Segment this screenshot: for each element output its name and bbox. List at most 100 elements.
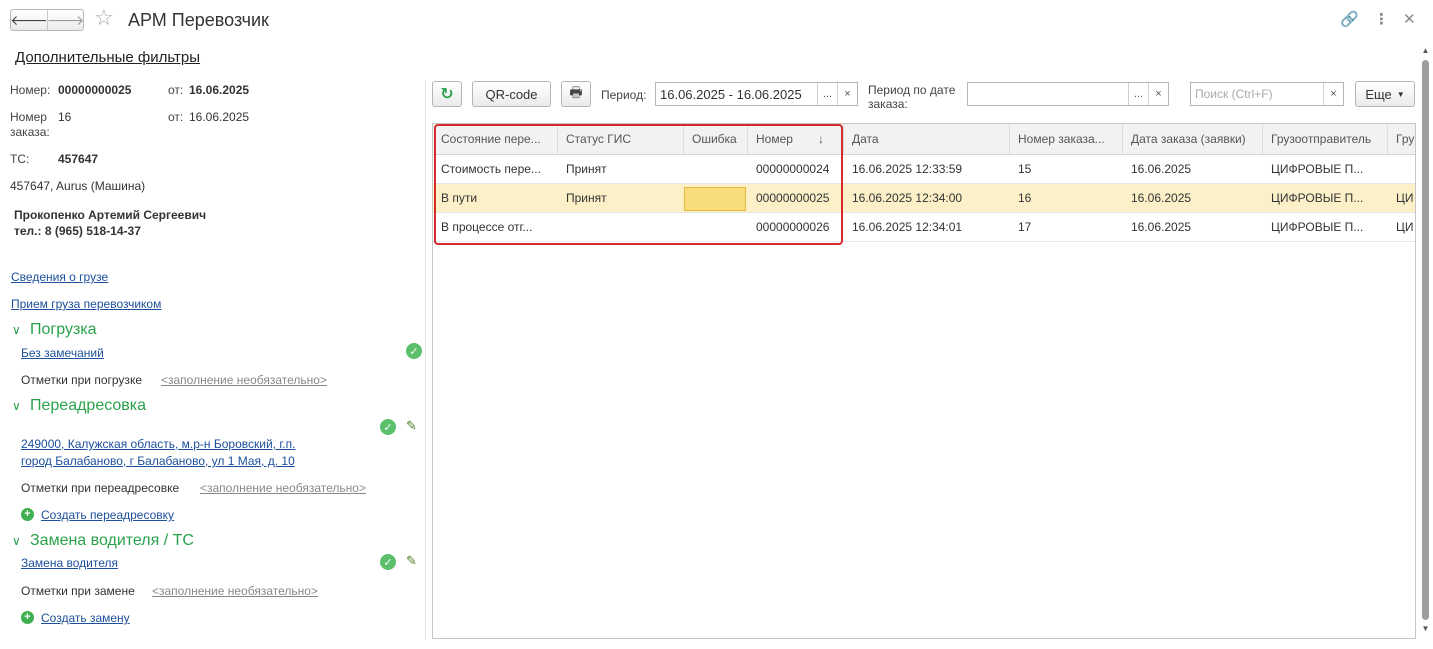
cargo-info-link[interactable]: Сведения о грузе: [11, 270, 108, 284]
search-placeholder: Поиск (Ctrl+F): [1195, 87, 1273, 101]
additional-filters-link[interactable]: Дополнительные фильтры: [15, 49, 200, 66]
cargo-accept-link[interactable]: Прием груза перевозчиком: [11, 297, 161, 311]
search-field[interactable]: Поиск (Ctrl+F) ×: [1190, 82, 1344, 106]
back-button[interactable]: 🡐: [10, 10, 48, 30]
section-readdress[interactable]: ∨ Переадресовка: [12, 397, 146, 415]
loading-notes-label: Отметки при погрузке: [21, 373, 142, 387]
cell-number: 00000000026: [756, 220, 830, 234]
loading-notes-field[interactable]: <заполнение необязательно>: [161, 373, 327, 387]
more-vertical-icon[interactable]: ⋮: [1374, 10, 1389, 28]
readdress-notes-field[interactable]: <заполнение необязательно>: [200, 481, 366, 495]
section-readdress-title: Переадресовка: [30, 397, 147, 414]
scroll-thumb[interactable]: [1422, 60, 1429, 620]
period-by-order-field[interactable]: ... ×: [967, 82, 1169, 106]
column-header-order-number[interactable]: Номер заказа...: [1010, 124, 1123, 154]
more-label: Еще: [1365, 86, 1392, 102]
scroll-down-icon[interactable]: ▼: [1420, 624, 1431, 633]
pencil-icon[interactable]: ✎: [406, 418, 417, 434]
column-header-shipper[interactable]: Грузоотправитель: [1263, 124, 1388, 154]
period-by-order-label-line2: заказа:: [868, 97, 908, 111]
more-button[interactable]: Еще ▼: [1355, 81, 1415, 107]
cell-date: 16.06.2025 12:34:01: [852, 220, 963, 234]
driver-change-link[interactable]: Замена водителя: [21, 556, 118, 570]
period-label: Период:: [601, 88, 647, 102]
refresh-icon: ↻: [440, 86, 454, 103]
cell-error: [684, 213, 748, 241]
driver-change-notes-field[interactable]: <заполнение необязательно>: [152, 584, 318, 598]
nav-buttons: 🡐 🡒: [10, 9, 84, 31]
arrow-right-icon: 🡒: [46, 11, 85, 28]
focused-cell[interactable]: [684, 187, 746, 211]
plus-circle-icon: +: [21, 508, 34, 521]
sort-down-icon: ↓: [818, 132, 824, 146]
pencil-icon[interactable]: ✎: [406, 553, 417, 569]
cell-order-date: 16.06.2025: [1131, 162, 1192, 176]
section-driver-change-title: Замена водителя / ТС: [30, 532, 194, 549]
cell-state: В пути: [441, 191, 478, 205]
close-icon[interactable]: ✕: [1403, 10, 1416, 28]
print-button[interactable]: 🖶: [561, 81, 591, 107]
readdress-address-line1[interactable]: 249000, Калужская область, м.р-н Боровск…: [21, 437, 295, 451]
period-by-order-label-line1: Период по дате: [868, 83, 956, 97]
cell-order-date: 16.06.2025: [1131, 220, 1192, 234]
period-by-order-select-button[interactable]: ...: [1128, 83, 1148, 105]
refresh-button[interactable]: ↻: [432, 81, 462, 107]
qr-code-button[interactable]: QR-code: [472, 81, 551, 107]
column-header-state[interactable]: Состояние пере...: [433, 124, 558, 154]
table-row[interactable]: В процессе отг... 00000000026 16.06.2025…: [433, 213, 1415, 242]
table-header: Состояние пере... Статус ГИС Ошибка Номе…: [433, 124, 1415, 155]
ts-value: 457647: [58, 152, 99, 166]
column-header-gis-status[interactable]: Статус ГИС: [558, 124, 684, 154]
cell-number: 00000000025: [756, 191, 830, 205]
link-icon[interactable]: 🔗: [1340, 10, 1359, 28]
cell-date: 16.06.2025 12:34:00: [852, 191, 963, 205]
cell-order-number: 17: [1018, 220, 1032, 234]
cell-consignee: ЦИ: [1396, 191, 1414, 205]
number-value: 00000000025: [58, 83, 132, 97]
column-header-order-date[interactable]: Дата заказа (заявки): [1123, 124, 1263, 154]
search-clear-button[interactable]: ×: [1323, 83, 1343, 105]
driver-phone: тел.: 8 (965) 518-14-37: [14, 224, 141, 238]
period-field[interactable]: 16.06.2025 - 16.06.2025 ... ×: [655, 82, 858, 106]
period-by-order-label: Период по дате заказа:: [868, 83, 955, 111]
cell-order-date: 16.06.2025: [1131, 191, 1192, 205]
vehicle-info: 457647, Aurus (Машина): [10, 179, 146, 193]
cell-consignee: [1388, 155, 1415, 183]
loading-status-link[interactable]: Без замечаний: [21, 346, 104, 360]
arrow-left-icon: 🡐: [10, 11, 48, 28]
section-loading[interactable]: ∨ Погрузка: [12, 321, 97, 339]
cell-order-number: 16: [1018, 191, 1032, 205]
cell-consignee: ЦИ: [1396, 220, 1414, 234]
panel-divider: [425, 80, 426, 640]
check-circle-icon: ✓: [380, 554, 396, 570]
section-driver-change[interactable]: ∨ Замена водителя / ТС: [12, 532, 194, 550]
check-circle-icon: ✓: [380, 419, 396, 435]
cell-order-number: 15: [1018, 162, 1032, 176]
cell-state: В процессе отг...: [441, 220, 533, 234]
column-header-error[interactable]: Ошибка: [684, 124, 748, 154]
favorite-star-icon[interactable]: ☆: [94, 7, 114, 29]
period-by-order-clear-button[interactable]: ×: [1148, 83, 1168, 105]
forward-button[interactable]: 🡒: [46, 10, 85, 30]
check-circle-icon: ✓: [406, 343, 422, 359]
cell-date: 16.06.2025 12:33:59: [852, 162, 963, 176]
driver-name: Прокопенко Артемий Сергеевич: [14, 208, 207, 222]
cell-state: Стоимость пере...: [441, 162, 541, 176]
cell-gis-status: [558, 213, 684, 241]
period-clear-button[interactable]: ×: [837, 83, 857, 105]
table-row[interactable]: Стоимость пере... Принят 00000000024 16.…: [433, 155, 1415, 184]
scroll-up-icon[interactable]: ▲: [1420, 46, 1431, 55]
vertical-scrollbar[interactable]: ▲ ▼: [1420, 42, 1431, 639]
period-select-button[interactable]: ...: [817, 83, 837, 105]
plus-circle-icon: +: [21, 611, 34, 624]
documents-table[interactable]: Состояние пере... Статус ГИС Ошибка Номе…: [432, 123, 1416, 639]
column-header-date[interactable]: Дата: [844, 124, 1010, 154]
readdress-address-line2[interactable]: город Балабаново, г Балабаново, ул 1 Мая…: [21, 454, 295, 468]
create-readdress-link[interactable]: Создать переадресовку: [41, 508, 174, 522]
order-date-label: от:: [168, 110, 184, 124]
column-header-number[interactable]: Номер: [748, 124, 844, 154]
column-header-consignee[interactable]: Гру: [1388, 124, 1415, 154]
table-row-selected[interactable]: В пути Принят 00000000025 16.06.2025 12:…: [433, 184, 1415, 213]
create-driver-change-link[interactable]: Создать замену: [41, 611, 130, 625]
details-panel: Дополнительные фильтры Номер: 0000000002…: [0, 42, 425, 649]
